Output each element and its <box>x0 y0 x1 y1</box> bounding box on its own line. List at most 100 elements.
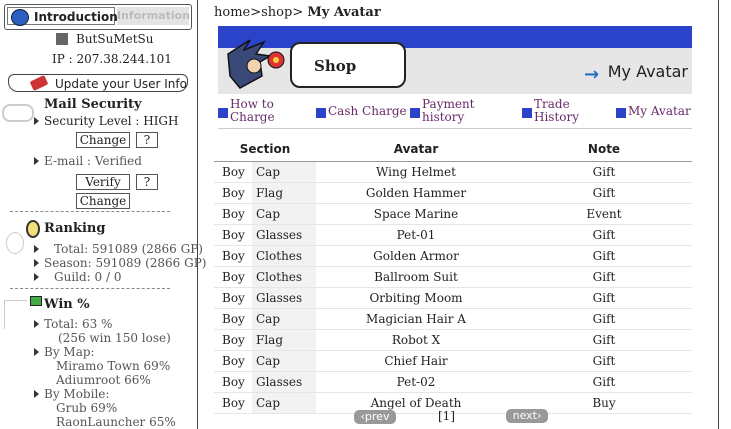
cell-gender: Boy <box>214 329 252 351</box>
nav-bullet-icon <box>616 108 626 118</box>
tab-introduction[interactable]: Introduction <box>7 7 118 26</box>
cell-avatar: Pet-02 <box>316 371 516 393</box>
cell-avatar: Wing Helmet <box>316 161 516 183</box>
tab-information[interactable]: Information <box>117 7 190 25</box>
cell-avatar: Pet-01 <box>316 224 516 246</box>
update-user-info-button[interactable]: Update your User Info <box>8 74 188 92</box>
bullet-icon <box>34 117 39 125</box>
breadcrumb-shop[interactable]: shop <box>261 5 292 20</box>
security-help-button[interactable]: ? <box>136 132 158 148</box>
cell-note: Gift <box>516 224 692 246</box>
nav-bullet-icon <box>316 108 326 118</box>
cell-section: Glasses <box>252 224 316 246</box>
main-content: home>shop> My Avatar Shop → My Avatar Ho… <box>214 0 692 429</box>
cell-avatar: Angel of Death <box>316 392 516 414</box>
table-row: Boy Glasses Orbiting Moom Gift <box>214 287 692 309</box>
nav-payment-history[interactable]: Payment history <box>410 98 490 124</box>
cell-note: Gift <box>516 182 692 204</box>
nav-label: Cash Charge <box>328 104 407 118</box>
shop-nav: How to Charge Cash Charge Payment histor… <box>218 98 692 129</box>
mail-security-title: Mail Security <box>44 97 142 112</box>
table-row: Boy Clothes Golden Armor Gift <box>214 245 692 267</box>
cell-section: Flag <box>252 329 316 351</box>
cell-gender: Boy <box>214 161 252 183</box>
bullet-icon <box>34 245 39 253</box>
update-user-info-label: Update your User Info <box>55 77 187 91</box>
table-row: Boy Cap Space Marine Event <box>214 203 692 225</box>
cell-section: Cap <box>252 308 316 330</box>
ip-address: IP : 207.38.244.101 <box>52 52 172 66</box>
ranking-season: Season: 591089 (2866 GP) <box>34 256 206 270</box>
email-help-button[interactable]: ? <box>136 174 158 190</box>
username-line: ButSuMetSu <box>56 32 186 46</box>
table-row: Boy Cap Chief Hair Gift <box>214 350 692 372</box>
cell-avatar: Golden Hammer <box>316 182 516 204</box>
email-status-text: E-mail : Verified <box>44 154 142 168</box>
arrow-right-icon: → <box>584 64 600 85</box>
cell-section: Cap <box>252 203 316 225</box>
cell-gender: Boy <box>214 203 252 225</box>
cell-section: Cap <box>252 161 316 183</box>
bullet-icon <box>34 320 39 328</box>
cell-avatar: Golden Armor <box>316 245 516 267</box>
verify-email-button[interactable]: Verify <box>76 174 130 190</box>
cell-note: Gift <box>516 329 692 351</box>
cell-gender: Boy <box>214 245 252 267</box>
avatar-table: Section Avatar Note Boy Cap Wing Helmet Gif… <box>214 137 692 414</box>
table-row: Boy Cap Magician Hair A Gift <box>214 308 692 330</box>
win-total: Total: 63 % <box>34 317 112 331</box>
breadcrumb-home[interactable]: home <box>214 5 250 20</box>
next-page-button[interactable]: next› <box>506 409 548 423</box>
medal-icon <box>26 220 40 238</box>
cell-note: Gift <box>516 245 692 267</box>
cell-section: Cap <box>252 392 316 414</box>
cell-gender: Boy <box>214 371 252 393</box>
banner-page-title: My Avatar <box>607 62 688 81</box>
cell-gender: Boy <box>214 182 252 204</box>
bullet-icon <box>34 390 39 398</box>
key-icon <box>2 104 34 122</box>
nav-cash-charge[interactable]: Cash Charge <box>316 105 416 118</box>
nav-label: Payment history <box>422 97 475 124</box>
nav-my-avatar[interactable]: My Avatar <box>616 105 692 118</box>
shop-banner: Shop → My Avatar <box>218 26 692 94</box>
win-by-mobile-text: By Mobile: <box>44 387 110 401</box>
medal-outline-icon <box>6 232 24 254</box>
cell-note: Gift <box>516 161 692 183</box>
nav-label: How to Charge <box>230 97 275 124</box>
breadcrumb-sep: > <box>292 5 304 20</box>
sidebar-tabs: Introduction Information <box>4 4 192 30</box>
cell-gender: Boy <box>214 224 252 246</box>
ranking-guild: Guild: 0 / 0 <box>34 270 121 284</box>
change-security-button[interactable]: Change <box>76 132 130 148</box>
security-level: Security Level : HIGH <box>34 114 178 128</box>
win-mobile-1: Grub 69% <box>56 401 118 415</box>
tab-introduction-label: Introduction <box>34 10 118 24</box>
prev-page-button[interactable]: ‹prev <box>354 410 396 424</box>
flag-icon <box>30 296 42 306</box>
col-note: Note <box>516 137 692 162</box>
change-email-button[interactable]: Change <box>76 193 130 209</box>
sidebar: Introduction Information ButSuMetSu IP :… <box>0 0 206 429</box>
cell-section: Glasses <box>252 371 316 393</box>
cell-section: Cap <box>252 350 316 372</box>
page-number[interactable]: [1] <box>438 409 455 423</box>
security-level-text: Security Level : HIGH <box>44 114 179 128</box>
table-row: Boy Glasses Pet-01 Gift <box>214 224 692 246</box>
table-row: Boy Glasses Pet-02 Gift <box>214 371 692 393</box>
cell-note: Gift <box>516 287 692 309</box>
nav-trade-history[interactable]: Trade History <box>522 98 592 124</box>
nav-label: My Avatar <box>628 104 691 118</box>
col-avatar: Avatar <box>316 137 516 162</box>
win-by-map: By Map: <box>34 345 95 359</box>
character-mascot-icon <box>227 39 285 89</box>
nav-label: Trade History <box>534 97 580 124</box>
nav-how-to-charge[interactable]: How to Charge <box>218 98 288 124</box>
win-title: Win % <box>44 297 90 312</box>
bullet-icon <box>34 157 39 165</box>
cell-note: Event <box>516 203 692 225</box>
stairs-icon <box>4 300 27 329</box>
cell-note: Gift <box>516 266 692 288</box>
nav-bullet-icon <box>218 108 228 118</box>
breadcrumb-sep: > <box>250 5 262 20</box>
